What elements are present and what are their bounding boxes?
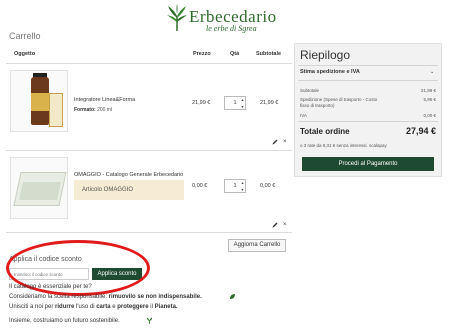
chevron-down-icon[interactable]: ⌄ — [430, 69, 434, 75]
page-title: Carrello — [9, 31, 41, 41]
edit-icon[interactable] — [272, 222, 278, 228]
divider — [6, 232, 292, 233]
scalapay-text: o 3 rate da 9,31 € senza interessi. scal… — [300, 143, 387, 148]
header-product: Oggetto — [14, 51, 36, 57]
product-price: 21,99 € — [192, 100, 211, 106]
leaf-icon — [230, 294, 235, 299]
product-thumbnail[interactable] — [10, 157, 68, 219]
product-subtotal: 0,00 € — [260, 183, 276, 189]
format-value: 200 ml — [97, 107, 113, 113]
gift-badge: Articolo OMAGGIO — [74, 180, 184, 200]
box-shape — [49, 93, 63, 127]
close-icon[interactable]: × — [283, 139, 287, 145]
plant-icon — [146, 317, 153, 324]
shipping-estimate-toggle[interactable]: Stima spedizione e IVA — [300, 69, 360, 75]
bottle-label-shape — [31, 93, 49, 111]
quantity-stepper[interactable]: ▴ ▾ — [240, 179, 245, 193]
format-label: Formato: — [74, 107, 96, 113]
summary-title: Riepilogo — [300, 48, 351, 62]
header-qty: Qtà — [230, 51, 240, 57]
close-icon[interactable]: × — [283, 222, 287, 228]
eco-question: Il catalogo è essenziale per te? — [9, 284, 92, 290]
divider — [298, 121, 438, 122]
order-total-value: 27,94 € — [405, 126, 436, 136]
shipping-value: 5,95 € — [423, 97, 436, 102]
plant-logo-icon — [167, 4, 187, 31]
eco-emphasis: rimuovilo se non indispensabile. — [108, 294, 202, 300]
shipping-label: Spedizione (Spese di trasporto - Costo f… — [300, 97, 378, 108]
product-subtotal: 21,99 € — [260, 100, 279, 106]
eco-emphasis: ridurre — [55, 304, 75, 310]
brand-tagline: le erbe di Sgrea — [206, 24, 257, 33]
eco-text: Consideriamo la scelta responsabile: — [9, 294, 109, 300]
edit-icon[interactable] — [272, 139, 278, 145]
checkout-button[interactable]: Procedi al Pagamento — [302, 157, 434, 171]
order-total-label: Totale ordine — [300, 127, 350, 136]
product-price: 0,00 € — [192, 183, 208, 189]
eco-line-1: Consideriamo la scelta responsabile: rim… — [9, 294, 202, 300]
eco-emphasis: carta — [96, 304, 111, 310]
divider — [6, 63, 292, 64]
eco-line-2: Unisciti a noi per ridurre l'uso di cart… — [9, 304, 178, 310]
quantity-stepper[interactable]: ▴ ▾ — [240, 96, 245, 110]
update-cart-button[interactable]: Aggiorna Carrello — [228, 239, 286, 252]
header-price: Prezzo — [193, 51, 211, 57]
product-thumbnail[interactable] — [10, 70, 68, 132]
subtotal-value: 21,99 € — [420, 88, 436, 93]
catalog-fold-shape — [19, 182, 61, 200]
eco-emphasis: proteggere — [117, 304, 149, 310]
eco-text: l'uso di — [74, 304, 97, 310]
eco-emphasis: Pianeta. — [154, 304, 178, 310]
product-name[interactable]: Integratore Linea&Forma — [74, 97, 135, 103]
subtotal-label: Subtotale — [300, 88, 320, 93]
divider — [6, 150, 292, 151]
eco-line-3: Insieme, costruiamo un futuro sostenibil… — [9, 318, 120, 324]
vat-label: IVA — [300, 113, 307, 118]
eco-text: Unisciti a noi per — [9, 304, 56, 310]
divider — [298, 65, 438, 66]
product-name[interactable]: OMAGGIO - Catalogo Generale Erbecedario — [74, 172, 183, 178]
brand-logo[interactable]: Erbecedario le erbe di Sgrea — [166, 4, 290, 34]
vat-value: 0,00 € — [423, 113, 436, 118]
divider — [298, 80, 438, 81]
header-subtotal: Subtotale — [256, 51, 282, 57]
product-format: Formato: 200 ml — [74, 107, 112, 113]
